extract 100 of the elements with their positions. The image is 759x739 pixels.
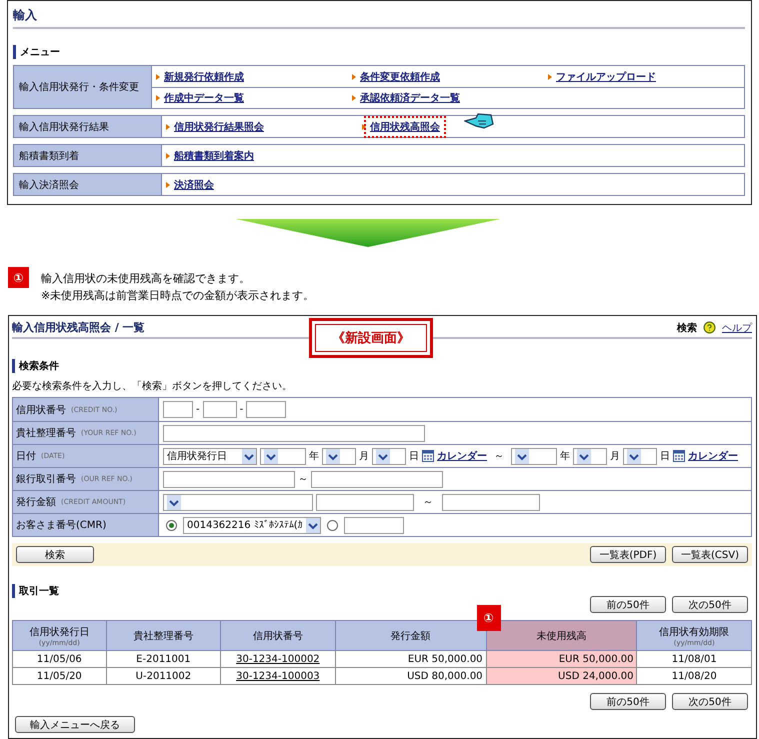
bullet-icon (156, 74, 160, 80)
column-title: 信用状番号 (252, 630, 304, 642)
calendar-link[interactable]: カレンダー (688, 449, 738, 463)
section-heading: 検索条件 (12, 359, 59, 373)
field-label: 日付 (16, 450, 36, 463)
input-field[interactable] (202, 401, 237, 418)
menu-link[interactable]: 船積書類到着案内 (168, 144, 260, 166)
table-cell: EUR 50,000.00 (335, 650, 486, 668)
column-title: 信用状発行日 (28, 626, 90, 638)
dropdown[interactable]: 信用状発行日 (163, 448, 257, 464)
input-field[interactable] (311, 470, 443, 488)
dropdown[interactable] (260, 448, 306, 464)
section-heading: メニュー (13, 45, 60, 59)
bullet-icon (352, 95, 356, 101)
chevron-icon (515, 448, 529, 464)
help-link[interactable]: ヘルプ (722, 320, 752, 334)
help-icon[interactable] (703, 321, 716, 334)
menu-link[interactable]: 新規発行依頼作成 (158, 66, 250, 88)
search-button[interactable]: 検索 (16, 546, 94, 563)
bullet-icon (166, 124, 170, 130)
menu-link[interactable]: 信用状発行結果照会 (168, 116, 270, 138)
field-label: 発行金額 (16, 496, 56, 509)
chevron-icon (264, 448, 278, 464)
menu-category: 輸入決済照会 (14, 174, 162, 195)
calendar-icon[interactable] (422, 450, 434, 462)
search-label: 検索 (677, 322, 697, 334)
column-title: 発行金額 (390, 630, 432, 642)
field-label: 銀行取引番号 (16, 472, 76, 486)
separator: - (240, 404, 244, 415)
table-cell: 11/08/20 (636, 668, 752, 684)
chevron-icon (167, 494, 181, 510)
export-button[interactable]: 一覧表(PDF) (590, 546, 666, 563)
chevron-icon (577, 448, 591, 464)
menu-link[interactable]: ファイルアップロード (550, 66, 662, 88)
chevron-icon (627, 448, 641, 464)
bullet-icon (362, 124, 366, 130)
radio-button[interactable] (166, 520, 177, 530)
menu-category: 輸入信用状発行結果 (14, 116, 162, 137)
month-label: 月 (359, 450, 369, 463)
input-field[interactable] (246, 401, 286, 418)
range-separator: ～ (298, 473, 308, 486)
menu-link[interactable]: 決済照会 (168, 174, 220, 196)
table-cell: E-2011001 (106, 650, 221, 668)
menu-link[interactable]: 信用状残高照会 (364, 116, 446, 138)
back-button[interactable]: 輸入メニューへ戻る (15, 716, 135, 733)
table-cell: U-2011002 (106, 668, 221, 684)
chevron-icon (242, 448, 256, 464)
field-label: 信用状番号 (16, 404, 66, 416)
day-label: 日 (409, 450, 419, 463)
pager-button[interactable]: 次の50件 (672, 596, 748, 613)
field-label: お客さま番号(CMR) (16, 518, 106, 532)
input-field[interactable] (344, 516, 404, 534)
menu-link[interactable]: 承認依頼済データ一覧 (354, 87, 466, 109)
table-cell: 11/05/06 (12, 650, 106, 668)
pager-button[interactable]: 次の50件 (672, 693, 748, 710)
note-text: ※未使用残高は前営業日時点での金額が表示されます。 (41, 288, 314, 303)
dropdown[interactable] (573, 448, 607, 464)
year-label: 年 (309, 450, 319, 463)
pager-button[interactable]: 前の50件 (590, 693, 666, 710)
input-field[interactable] (163, 424, 425, 442)
dropdown[interactable] (322, 448, 356, 464)
separator: - (196, 404, 200, 415)
column-title: 未使用残高 (536, 630, 588, 642)
input-field[interactable] (163, 401, 193, 418)
column-title: 信用状有効期限 (658, 626, 730, 638)
note-text: 輸入信用状の未使用残高を確認できます。 (41, 271, 251, 286)
dropdown[interactable]: 0014362216 ﾐｽﾞﾎｼｽﾃﾑ(ｶ (183, 516, 321, 534)
dropdown[interactable] (372, 448, 406, 464)
day-label: 日 (660, 450, 670, 463)
menu-link[interactable]: 条件変更依頼作成 (354, 66, 446, 88)
table-cell: 11/08/01 (636, 650, 752, 668)
month-label: 月 (610, 450, 620, 463)
chevron-icon (326, 448, 340, 464)
radio-button[interactable] (327, 520, 338, 530)
table-cell: USD 24,000.00 (486, 668, 637, 684)
range-separator: ～ (494, 450, 504, 463)
input-field[interactable] (316, 494, 414, 510)
pager-button[interactable]: 前の50件 (590, 596, 666, 613)
menu-link[interactable]: 作成中データ一覧 (158, 87, 250, 109)
bullet-icon (156, 95, 160, 101)
year-label: 年 (560, 450, 570, 463)
dropdown[interactable] (511, 448, 557, 464)
step-badge: ① (476, 605, 501, 631)
bullet-icon (548, 74, 552, 80)
input-field[interactable] (442, 494, 540, 510)
range-separator: ～ (423, 496, 433, 509)
chevron-icon (376, 448, 390, 464)
export-button[interactable]: 一覧表(CSV) (672, 546, 748, 563)
dropdown[interactable] (623, 448, 657, 464)
menu-category: 船積書類到着 (14, 145, 162, 166)
bullet-icon (166, 152, 170, 158)
chevron-icon (306, 518, 320, 532)
calendar-icon[interactable] (673, 450, 685, 462)
field-label: 貴社整理番号 (16, 426, 76, 440)
calendar-link[interactable]: カレンダー (437, 449, 487, 463)
section-heading: 取引一覧 (12, 584, 59, 598)
screen-title: 輸入信用状残高照会 / 一覧 (12, 320, 145, 335)
step-badge: ① (8, 267, 29, 288)
input-field[interactable] (163, 470, 295, 488)
page-title: 輸入 (13, 7, 745, 29)
